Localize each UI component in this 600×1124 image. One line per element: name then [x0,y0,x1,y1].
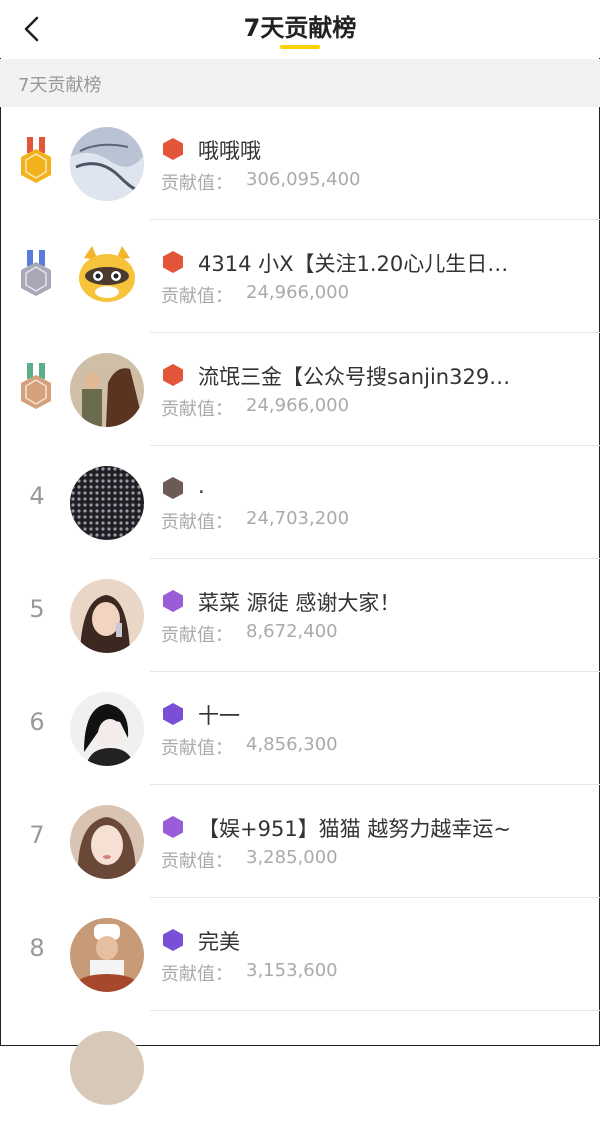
level-badge-icon [161,928,185,952]
rank-number: 7 [29,821,45,849]
contribution-label: 贡献值： [161,625,233,646]
section-label: 7天贡献榜 [18,75,102,96]
user-avatar[interactable] [70,353,144,427]
user-avatar[interactable] [70,127,144,201]
contribution-value: 24,703,200 [246,508,350,529]
contribution-label: 贡献值： [161,173,233,194]
ranking-row[interactable]: 6 十一 贡献值： 4,856,300 [0,672,600,785]
level-badge-icon [161,589,185,613]
user-avatar[interactable] [70,918,144,992]
rank-number: 4 [29,482,45,510]
page-title: 7天贡献榜 [243,14,357,42]
ranking-row[interactable]: 哦哦哦 贡献值： 306,095,400 [0,107,600,220]
silver-medal-icon [14,248,58,304]
level-badge-icon [161,702,185,726]
contribution-value: 3,285,000 [246,847,338,868]
user-name: 哦哦哦 [198,139,261,163]
user-avatar[interactable] [70,692,144,766]
ranking-row-partial[interactable] [0,1011,600,1124]
ranking-row[interactable]: 4314 小X【关注1.20心儿生日… 贡献值： 24,966,000 [0,220,600,333]
ranking-row[interactable]: 流氓三金【公众号搜sanjin329… 贡献值： 24,966,000 [0,333,600,446]
user-avatar[interactable] [70,1031,144,1105]
contribution-value: 306,095,400 [246,169,361,190]
rank-number: 6 [29,708,45,736]
contribution-label: 贡献值： [161,964,233,985]
user-name: 菜菜 源徒 感谢大家！ [198,591,401,615]
rank-number: 5 [29,595,45,623]
navigation-bar: 7天贡献榜 [0,0,600,58]
user-avatar[interactable] [70,240,144,314]
contribution-value: 4,856,300 [246,734,338,755]
rank-number: 8 [29,934,45,962]
contribution-value: 3,153,600 [246,960,338,981]
level-badge-icon [161,137,185,161]
ranking-row[interactable]: 7 【娱+951】猫猫 越努力越幸运~ 贡献值： 3,285,000 [0,785,600,898]
user-avatar[interactable] [70,805,144,879]
contribution-label: 贡献值： [161,399,233,420]
ranking-row[interactable]: 5 菜菜 源徒 感谢大家！ 贡献值： 8,672,400 [0,559,600,672]
level-badge-icon [161,363,185,387]
title-underline [280,45,320,49]
contribution-value: 24,966,000 [246,282,350,303]
user-avatar[interactable] [70,466,144,540]
contribution-value: 8,672,400 [246,621,338,642]
contribution-label: 贡献值： [161,738,233,759]
user-avatar[interactable] [70,579,144,653]
user-name: 流氓三金【公众号搜sanjin329… [198,365,511,389]
user-name: . [198,474,205,498]
contribution-value: 24,966,000 [246,395,350,416]
level-badge-icon [161,815,185,839]
level-badge-icon [161,250,185,274]
contribution-label: 贡献值： [161,851,233,872]
ranking-row[interactable]: 8 完美 贡献值： 3,153,600 [0,898,600,1011]
contribution-label: 贡献值： [161,286,233,307]
ranking-row[interactable]: 4 . 贡献值： 24,703,200 [0,446,600,559]
bronze-medal-icon [14,361,58,417]
user-name: 完美 [198,930,240,954]
user-name: 十一 [198,704,240,728]
user-name: 4314 小X【关注1.20心儿生日… [198,252,509,276]
level-badge-icon [161,476,185,500]
section-header: 7天贡献榜 [0,59,600,107]
gold-medal-icon [14,135,58,191]
contribution-label: 贡献值： [161,512,233,533]
user-name: 【娱+951】猫猫 越努力越幸运~ [198,817,511,841]
